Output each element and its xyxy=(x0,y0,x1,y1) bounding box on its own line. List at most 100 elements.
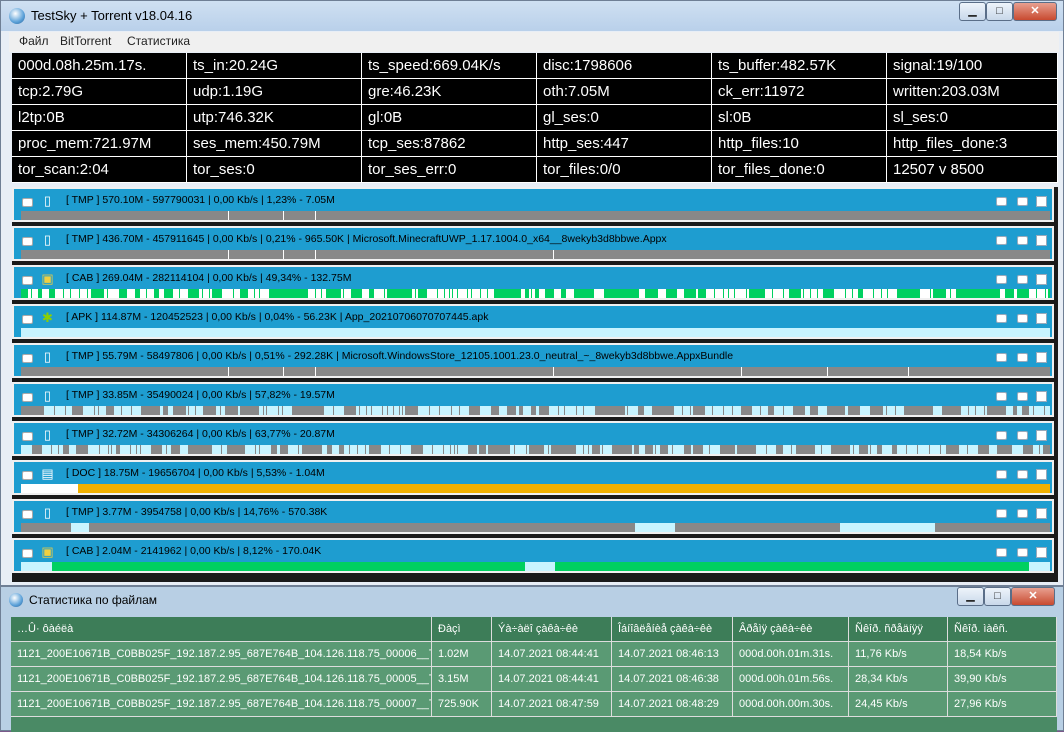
row-restore-button[interactable] xyxy=(1017,197,1028,206)
row-minimize-button[interactable] xyxy=(996,236,1007,245)
row-minimize-button[interactable] xyxy=(996,353,1007,362)
table-cell: 39,90 Kb/s xyxy=(948,667,1057,692)
row-minimize-button[interactable] xyxy=(996,470,1007,479)
file-row[interactable]: ▣ [ CAB ] 2.04M - 2141962 | 0,00 Kb/s | 8… xyxy=(12,538,1054,573)
stats-close-button[interactable]: ✕ xyxy=(1011,587,1055,606)
file-row[interactable]: ✱ [ APK ] 114.87M - 120452523 | 0,00 Kb/s… xyxy=(12,304,1054,339)
file-icon: ▯ xyxy=(43,193,52,208)
row-restore-button[interactable] xyxy=(1017,470,1028,479)
row-close-button[interactable] xyxy=(1036,313,1047,324)
table-cell: 14.07.2021 08:46:13 xyxy=(612,642,733,667)
column-header[interactable]: Ýà÷àëî çàêà÷êè xyxy=(492,617,612,642)
row-restore-button[interactable] xyxy=(1017,392,1028,401)
row-minimize-button[interactable] xyxy=(996,509,1007,518)
stat-cell: tor_ses:0 xyxy=(187,157,362,183)
column-header[interactable]: Ñêîð. ñðåäíÿÿ xyxy=(849,617,948,642)
table-cell: 24,45 Kb/s xyxy=(849,692,948,717)
stat-cell: signal:19/100 xyxy=(887,53,1058,79)
row-close-button[interactable] xyxy=(1036,196,1047,207)
row-checkbox[interactable] xyxy=(22,432,33,441)
stat-cell: gl_ses:0 xyxy=(537,105,712,131)
progress-bar xyxy=(21,523,1050,532)
row-restore-button[interactable] xyxy=(1017,509,1028,518)
row-minimize-button[interactable] xyxy=(996,392,1007,401)
file-row-text: [ TMP ] 3.77M - 3954758 | 0,00 Kb/s | 14… xyxy=(66,506,328,518)
file-icon: ▯ xyxy=(43,388,52,403)
file-row[interactable]: ▯ [ TMP ] 55.79M - 58497806 | 0,00 Kb/s |… xyxy=(12,343,1054,378)
file-row-text: [ TMP ] 570.10M - 597790031 | 0,00 Kb/s … xyxy=(66,194,335,206)
file-row[interactable]: ▯ [ TMP ] 32.72M - 34306264 | 0,00 Kb/s |… xyxy=(12,421,1054,456)
progress-bar xyxy=(21,367,1050,376)
stats-grid: 000d.08h.25m.17s. ts_in:20.24G ts_speed:66… xyxy=(12,53,1058,183)
menu-file[interactable]: Файл xyxy=(19,34,49,48)
table-cell: 14.07.2021 08:48:29 xyxy=(612,692,733,717)
row-checkbox[interactable] xyxy=(22,237,33,246)
column-header[interactable]: Ñêîð. ìàêñ. xyxy=(948,617,1057,642)
row-restore-button[interactable] xyxy=(1017,236,1028,245)
stat-cell: 000d.08h.25m.17s. xyxy=(12,53,187,79)
file-row[interactable]: ▯ [ TMP ] 570.10M - 597790031 | 0,00 Kb/s… xyxy=(12,187,1054,222)
minimize-button[interactable]: ▁ xyxy=(959,2,986,21)
row-close-button[interactable] xyxy=(1036,235,1047,246)
row-minimize-button[interactable] xyxy=(996,431,1007,440)
row-minimize-button[interactable] xyxy=(996,197,1007,206)
close-button[interactable]: ✕ xyxy=(1013,2,1057,21)
stat-cell: tor_files:0/0 xyxy=(537,157,712,183)
row-close-button[interactable] xyxy=(1036,547,1047,558)
stats-minimize-button[interactable]: ▁ xyxy=(957,587,984,606)
row-restore-button[interactable] xyxy=(1017,275,1028,284)
file-icon: ▯ xyxy=(43,505,52,520)
column-header[interactable]: …Û· ôàéëà xyxy=(11,617,432,642)
row-restore-button[interactable] xyxy=(1017,548,1028,557)
stat-cell: oth:7.05M xyxy=(537,79,712,105)
stats-window-title: Статистика по файлам xyxy=(29,593,158,607)
row-close-button[interactable] xyxy=(1036,391,1047,402)
row-restore-button[interactable] xyxy=(1017,314,1028,323)
column-header[interactable]: Âðåìÿ çàêà÷êè xyxy=(733,617,849,642)
row-restore-button[interactable] xyxy=(1017,431,1028,440)
progress-bar xyxy=(21,406,1050,415)
column-header[interactable]: Îáíîâëåíèå çàêà÷êè xyxy=(612,617,733,642)
row-close-button[interactable] xyxy=(1036,274,1047,285)
table-cell: 18,54 Kb/s xyxy=(948,642,1057,667)
row-checkbox[interactable] xyxy=(22,198,33,207)
row-close-button[interactable] xyxy=(1036,352,1047,363)
row-minimize-button[interactable] xyxy=(996,314,1007,323)
row-checkbox[interactable] xyxy=(22,471,33,480)
progress-bar xyxy=(21,289,1050,298)
file-row[interactable]: ▯ [ TMP ] 436.70M - 457911645 | 0,00 Kb/s… xyxy=(12,226,1054,261)
file-row-text: [ TMP ] 33.85M - 35490024 | 0,00 Kb/s | … xyxy=(66,389,335,401)
doc-icon: ▤ xyxy=(41,466,54,481)
maximize-button[interactable]: □ xyxy=(986,2,1013,21)
row-checkbox[interactable] xyxy=(22,393,33,402)
row-close-button[interactable] xyxy=(1036,508,1047,519)
row-minimize-button[interactable] xyxy=(996,275,1007,284)
file-row-text: [ APK ] 114.87M - 120452523 | 0,00 Kb/s … xyxy=(66,311,489,323)
stats-maximize-button[interactable]: □ xyxy=(984,587,1011,606)
file-row-text: [ TMP ] 55.79M - 58497806 | 0,00 Kb/s | … xyxy=(66,350,734,362)
column-header[interactable]: Ðàçì xyxy=(432,617,492,642)
row-checkbox[interactable] xyxy=(22,510,33,519)
menu-bar: Файл BitTorrent Статистика xyxy=(9,32,1059,52)
row-minimize-button[interactable] xyxy=(996,548,1007,557)
file-row[interactable]: ▣ [ CAB ] 269.04M - 282114104 | 0,00 Kb/s… xyxy=(12,265,1054,300)
row-close-button[interactable] xyxy=(1036,430,1047,441)
row-checkbox[interactable] xyxy=(22,549,33,558)
row-close-button[interactable] xyxy=(1036,469,1047,480)
row-checkbox[interactable] xyxy=(22,315,33,324)
app-icon xyxy=(9,8,25,24)
file-row[interactable]: ▤ [ DOC ] 18.75M - 19656704 | 0,00 Kb/s |… xyxy=(12,460,1054,495)
stat-cell: sl:0B xyxy=(712,105,887,131)
file-row[interactable]: ▯ [ TMP ] 33.85M - 35490024 | 0,00 Kb/s |… xyxy=(12,382,1054,417)
row-checkbox[interactable] xyxy=(22,276,33,285)
title-bar: TestSky + Torrent v18.04.16 ▁ □ ✕ xyxy=(1,1,1063,31)
file-row-text: [ CAB ] 269.04M - 282114104 | 0,00 Kb/s … xyxy=(66,272,352,284)
file-row[interactable]: ▯ [ TMP ] 3.77M - 3954758 | 0,00 Kb/s | 1… xyxy=(12,499,1054,534)
cab-icon: ▣ xyxy=(41,271,54,286)
row-checkbox[interactable] xyxy=(22,354,33,363)
stat-cell: sl_ses:0 xyxy=(887,105,1058,131)
menu-bittorrent[interactable]: BitTorrent xyxy=(60,34,111,48)
row-restore-button[interactable] xyxy=(1017,353,1028,362)
menu-statistics[interactable]: Статистика xyxy=(127,34,190,48)
stat-cell: http_files:10 xyxy=(712,131,887,157)
